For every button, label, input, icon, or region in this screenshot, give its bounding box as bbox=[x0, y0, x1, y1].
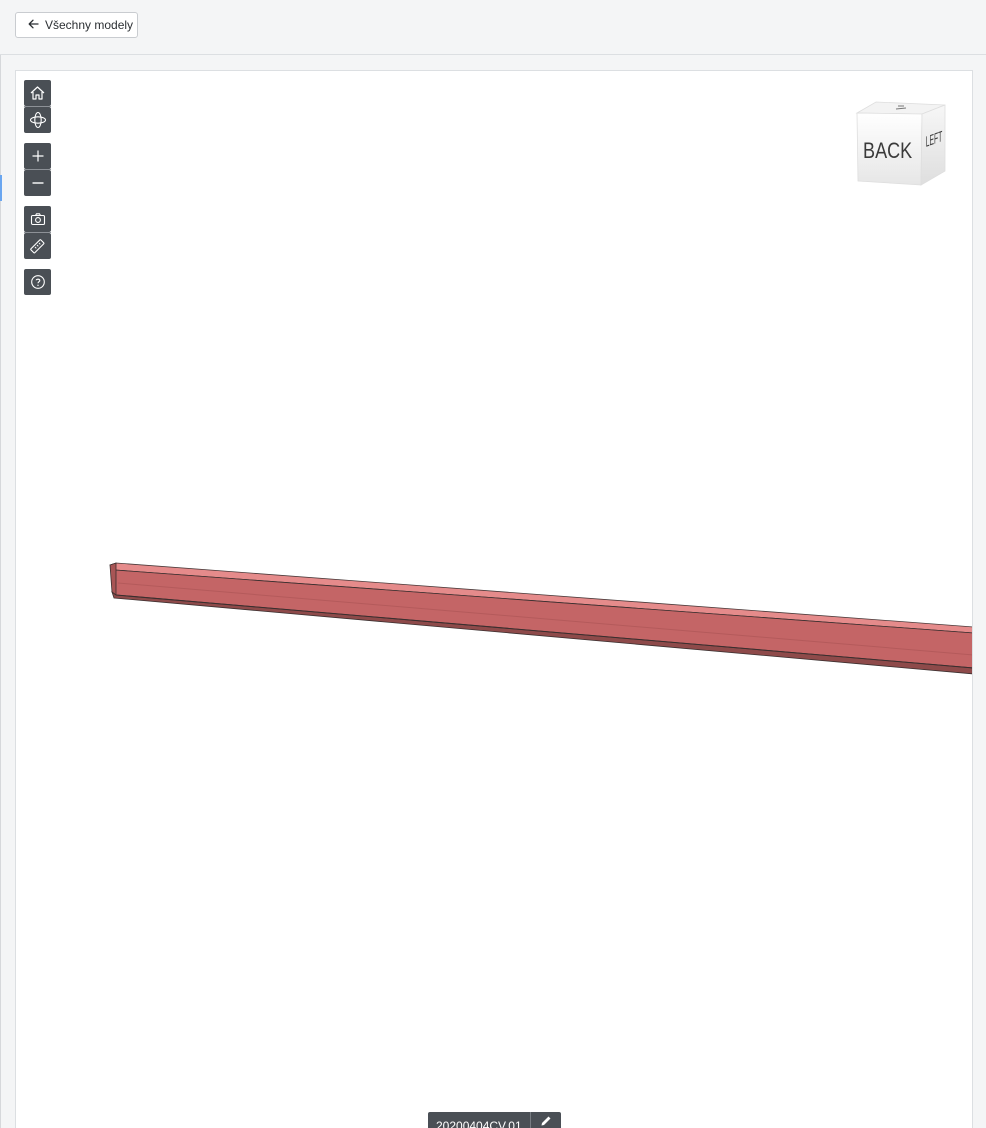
home-view-button[interactable] bbox=[24, 80, 51, 106]
steel-beam[interactable] bbox=[109, 562, 973, 675]
back-button-label: Všechny modely bbox=[45, 18, 134, 32]
active-indicator bbox=[0, 175, 2, 201]
screenshot-button[interactable] bbox=[24, 206, 51, 232]
ruler-icon bbox=[29, 238, 46, 255]
pencil-icon bbox=[539, 1114, 553, 1128]
model-canvas[interactable] bbox=[16, 71, 973, 1128]
orbit-button[interactable] bbox=[24, 107, 51, 133]
back-to-all-models-button[interactable]: Všechny modely bbox=[15, 12, 138, 38]
top-bar: Všechny modely bbox=[0, 0, 986, 55]
model-viewer[interactable]: BACK LEFT 20200404CV.01 bbox=[15, 70, 973, 1128]
zoom-out-button[interactable] bbox=[24, 170, 51, 196]
edit-model-name-button[interactable] bbox=[531, 1112, 561, 1128]
orbit-icon bbox=[29, 111, 47, 129]
arrow-left-icon bbox=[28, 19, 39, 31]
view-cube-front-label: BACK bbox=[863, 139, 913, 163]
help-icon bbox=[30, 274, 46, 290]
view-cube[interactable]: BACK LEFT bbox=[854, 99, 948, 191]
minus-icon bbox=[31, 176, 45, 190]
help-button[interactable] bbox=[24, 269, 51, 295]
window-edge bbox=[0, 0, 1, 1128]
camera-icon bbox=[30, 212, 46, 226]
home-icon bbox=[29, 85, 46, 101]
model-name: 20200404CV.01 bbox=[436, 1119, 522, 1128]
plus-icon bbox=[31, 149, 45, 163]
measure-button[interactable] bbox=[24, 233, 51, 259]
model-name-bar: 20200404CV.01 bbox=[428, 1112, 561, 1128]
zoom-in-button[interactable] bbox=[24, 143, 51, 169]
